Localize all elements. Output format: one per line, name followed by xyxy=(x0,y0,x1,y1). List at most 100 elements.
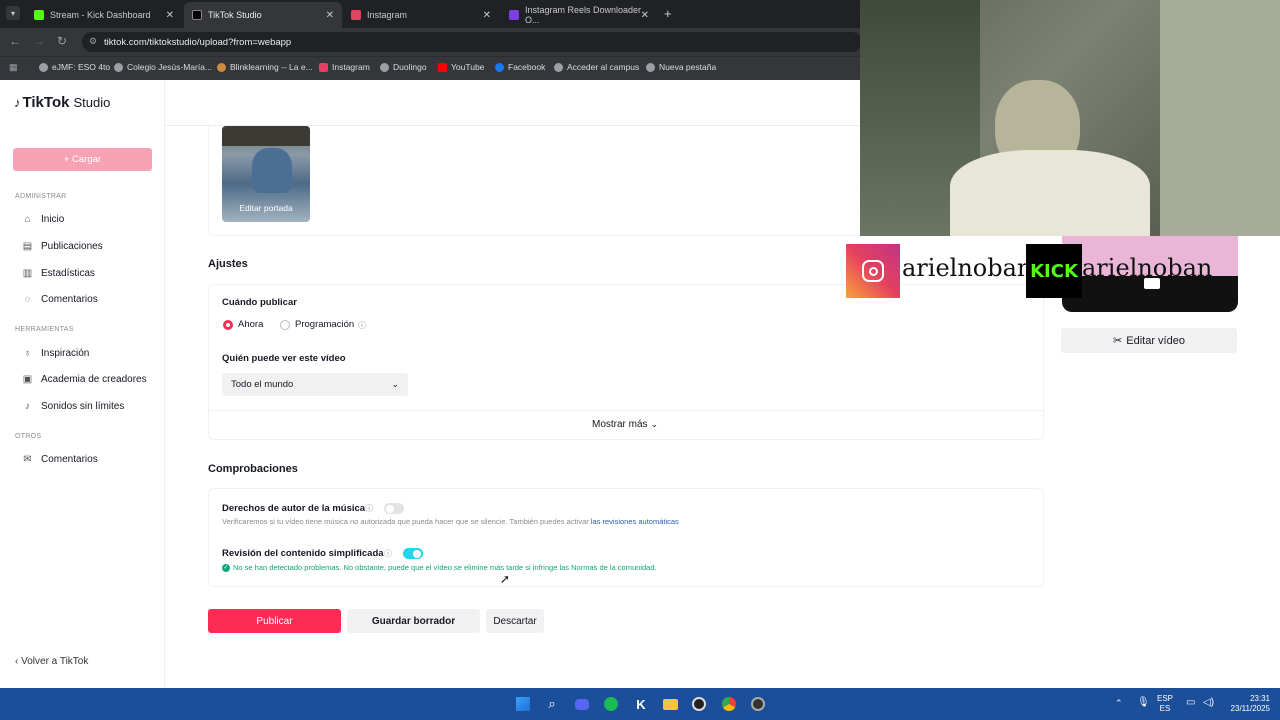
mouse-cursor-icon: ➚ xyxy=(500,572,511,586)
sidebar-item-sonidos[interactable]: ♪ Sonidos sin límites xyxy=(22,401,124,412)
sidebar-item-estadisticas[interactable]: ▥ Estadísticas xyxy=(22,268,95,279)
back-arrow-icon[interactable]: ← xyxy=(9,34,21,48)
bookmark-item[interactable]: YouTube xyxy=(438,62,484,72)
kick-logo: KICK xyxy=(1026,244,1082,298)
reload-icon[interactable]: ↻ xyxy=(57,34,67,48)
bookmark-item[interactable]: Facebook xyxy=(495,62,545,72)
back-to-tiktok-link[interactable]: ‹ Volver a TikTok xyxy=(15,656,88,667)
instagram-favicon-icon xyxy=(351,10,361,20)
lightbulb-icon: ♁ xyxy=(23,348,32,359)
close-icon[interactable]: ✕ xyxy=(483,10,491,21)
tab-search-icon[interactable]: ▾ xyxy=(6,6,20,20)
network-icon[interactable]: ▭ xyxy=(1186,698,1195,708)
blinklearning-icon xyxy=(217,62,226,72)
sidebar-item-inicio[interactable]: ⌂ Inicio xyxy=(22,214,64,225)
edit-video-button[interactable]: ✂ Editar vídeo xyxy=(1061,328,1237,353)
sidebar-item-label: Comentarios xyxy=(41,454,98,465)
discord-icon[interactable] xyxy=(573,695,591,713)
tab-label: Instagram Reels Downloader O... xyxy=(525,5,642,25)
instagram-handle: arielnoban xyxy=(902,254,1033,282)
save-draft-button[interactable]: Guardar borrador xyxy=(347,609,480,633)
info-icon[interactable]: ⓘ xyxy=(365,503,373,514)
search-icon[interactable]: ⌕ xyxy=(543,695,561,713)
globe-icon xyxy=(39,62,48,72)
chrome-icon[interactable] xyxy=(720,695,738,713)
bookmark-label: Blinklearning -- La e... xyxy=(230,62,313,72)
auto-review-link[interactable]: las revisiones automáticas xyxy=(591,517,679,526)
sidebar-item-label: Estadísticas xyxy=(41,268,95,279)
close-icon[interactable]: ✕ xyxy=(166,10,174,21)
radio-now[interactable] xyxy=(223,320,233,330)
clock-time: 23:31 xyxy=(1249,694,1270,703)
copyright-description: Verificaremos si tu vídeo tiene música n… xyxy=(222,517,679,526)
tab-reels-downloader[interactable]: Instagram Reels Downloader O... ✕ xyxy=(501,2,657,28)
bookmark-label: Instagram xyxy=(332,62,370,72)
sidebar-item-comentarios-otros[interactable]: ✉ Comentarios xyxy=(22,454,98,465)
sidebar-item-comentarios[interactable]: ◌ Comentarios xyxy=(22,294,98,305)
spotify-icon[interactable] xyxy=(602,695,620,713)
clock[interactable]: 23:31 23/11/2025 xyxy=(1224,694,1270,714)
upload-button[interactable]: + Cargar xyxy=(13,148,152,171)
divider xyxy=(208,410,1044,411)
capture-app-icon[interactable] xyxy=(749,695,767,713)
file-explorer-icon[interactable] xyxy=(661,695,679,713)
copyright-toggle[interactable] xyxy=(384,503,404,514)
bookmark-item[interactable]: Colegio Jesús-María... xyxy=(114,62,212,72)
discard-button[interactable]: Descartar xyxy=(486,609,544,633)
tab-tiktok-studio[interactable]: TikTok Studio ✕ xyxy=(184,2,342,28)
youtube-icon xyxy=(438,62,447,72)
content-check-status: ✓ No se han detectado problemas. No obst… xyxy=(222,563,657,572)
bookmark-item[interactable]: Duolingo xyxy=(380,62,427,72)
music-note-icon: ♪ xyxy=(25,401,30,412)
keyboard-layout: ES xyxy=(1159,704,1171,713)
chevron-up-icon[interactable]: ⌃ xyxy=(1115,698,1123,708)
bookmark-label: eJMF: ESO 4to xyxy=(52,62,111,72)
publish-button[interactable]: Publicar xyxy=(208,609,341,633)
home-icon: ⌂ xyxy=(24,214,31,225)
sidebar-item-label: Inicio xyxy=(41,214,65,225)
volume-icon[interactable]: ◁) xyxy=(1203,698,1214,708)
globe-icon xyxy=(646,62,655,72)
tiktok-studio-logo[interactable]: ♪ TikTok Studio xyxy=(14,94,110,111)
posts-icon: ▤ xyxy=(22,241,33,252)
obs-icon[interactable] xyxy=(690,695,708,713)
bookmark-item[interactable]: Acceder al campus xyxy=(554,62,639,72)
tab-instagram[interactable]: Instagram ✕ xyxy=(343,2,499,28)
close-icon[interactable]: ✕ xyxy=(641,10,649,21)
close-icon[interactable]: ✕ xyxy=(326,10,334,21)
edit-video-label: Editar vídeo xyxy=(1126,334,1185,347)
kick-favicon-icon xyxy=(34,10,44,20)
bookmark-item[interactable]: Nueva pestaña xyxy=(646,62,716,72)
windows-start-icon[interactable] xyxy=(514,695,532,713)
info-icon[interactable]: ⓘ xyxy=(384,548,392,559)
sidebar-item-publicaciones[interactable]: ▤ Publicaciones xyxy=(22,241,103,252)
checks-title: Comprobaciones xyxy=(208,463,298,475)
tab-kick-dashboard[interactable]: Stream - Kick Dashboard ✕ xyxy=(26,2,182,28)
edit-cover-label[interactable]: Editar portada xyxy=(222,203,310,213)
bookmark-item[interactable]: eJMF: ESO 4to xyxy=(39,62,110,72)
sidebar-item-academia[interactable]: ▣ Academia de creadores xyxy=(22,374,147,385)
section-admin: ADMINISTRAR xyxy=(15,193,67,200)
address-bar[interactable]: ⚙ tiktok.com/tiktokstudio/upload?from=we… xyxy=(82,32,862,52)
when-to-post-label: Cuándo publicar xyxy=(222,297,297,308)
kick-app-icon[interactable]: K xyxy=(632,695,650,713)
sidebar-item-label: Comentarios xyxy=(41,294,98,305)
forward-arrow-icon[interactable]: → xyxy=(33,34,45,48)
site-info-icon[interactable]: ⚙ xyxy=(89,36,97,47)
microphone-icon[interactable]: 🎙 xyxy=(1137,698,1150,708)
radio-schedule[interactable] xyxy=(280,320,290,330)
new-tab-icon[interactable]: + xyxy=(664,6,672,21)
feedback-icon: ✉ xyxy=(23,454,32,465)
info-icon[interactable]: ⓘ xyxy=(358,320,366,331)
section-other: OTROS xyxy=(15,433,42,440)
webcam-overlay xyxy=(860,0,1280,236)
sidebar-item-inspiracion[interactable]: ♁ Inspiración xyxy=(22,348,90,359)
privacy-select[interactable]: Todo el mundo ⌄ xyxy=(222,373,408,396)
show-more-button[interactable]: Mostrar más ⌄ xyxy=(592,419,658,430)
back-label: Volver a TikTok xyxy=(21,656,89,667)
apps-grid-icon[interactable]: ▦ xyxy=(9,62,18,73)
bookmark-item[interactable]: Blinklearning -- La e... xyxy=(217,62,313,72)
content-check-toggle[interactable] xyxy=(403,548,423,559)
language-indicator[interactable]: ESP ES xyxy=(1157,694,1173,714)
bookmark-item[interactable]: Instagram xyxy=(319,62,370,72)
